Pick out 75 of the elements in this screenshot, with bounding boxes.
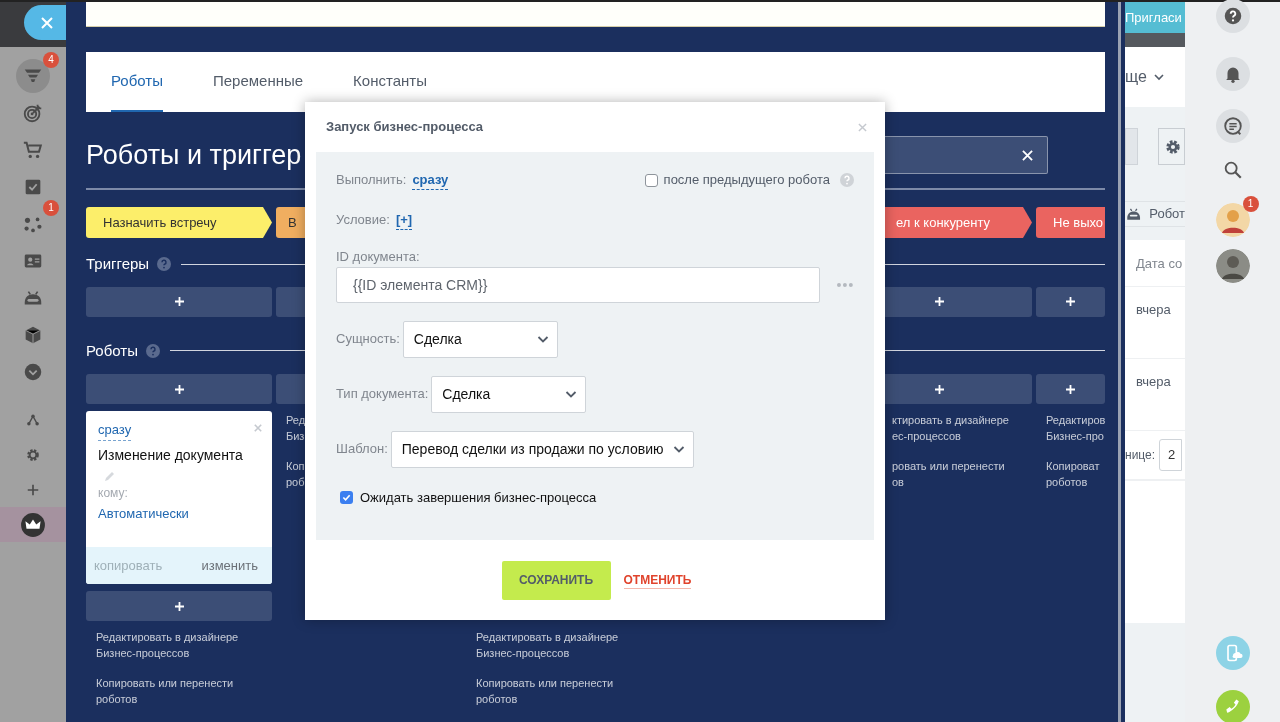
delay-link[interactable]: сразу	[412, 169, 449, 191]
section-heading: Триггеры	[86, 254, 150, 274]
tab-label: Робот	[1149, 205, 1185, 224]
sidebar-item[interactable]	[0, 507, 66, 542]
menu-label[interactable]: ще	[1125, 65, 1147, 89]
tab[interactable]: Робот	[1125, 201, 1185, 227]
help-button[interactable]	[1215, 0, 1250, 33]
robot-title: Изменение документа	[97, 445, 244, 465]
stage[interactable]: Назначить встречу	[86, 207, 272, 238]
tab[interactable]: Переменные	[212, 52, 304, 112]
help-icon	[157, 257, 172, 272]
save-button[interactable]: СОХРАНИТЬ	[501, 560, 611, 600]
field-label: Выполнить:	[336, 171, 407, 190]
select-field[interactable]: Сделка	[402, 320, 558, 358]
notification-badge: 1	[43, 199, 59, 216]
crown-icon	[20, 511, 46, 538]
link[interactable]: Редактировать в дизайнере Бизнес-процессов	[466, 629, 652, 661]
field-label: Сущность:	[336, 330, 400, 349]
close-icon	[41, 16, 53, 29]
plus-icon	[174, 384, 184, 394]
close-button[interactable]	[24, 5, 66, 40]
field-label: Тип документа:	[336, 385, 429, 404]
document-id-field[interactable]: {{ID элемента CRM}}	[336, 266, 821, 303]
plus-icon	[1066, 384, 1075, 394]
more-icon	[836, 281, 854, 288]
checkbox-label: после предыдущего робота	[663, 171, 830, 190]
field-label: кому:	[97, 484, 129, 502]
help-icon	[145, 343, 160, 358]
check-icon	[342, 492, 351, 502]
assignee-link[interactable]: Автоматически	[86, 503, 272, 523]
delay-link[interactable]: сразу	[98, 420, 132, 441]
page-size-field[interactable]: 2	[1159, 439, 1183, 471]
add-condition-link[interactable]: [+]	[395, 209, 413, 231]
plus-icon	[934, 384, 944, 394]
pager-label: нице:	[1125, 447, 1156, 464]
cancel-link[interactable]: ОТМЕНИТЬ	[623, 571, 692, 589]
page-title: Роботы и триггер	[86, 139, 302, 172]
table-cell: вчера	[1125, 287, 1185, 359]
plus-icon	[174, 297, 184, 306]
field-label: ID документа:	[336, 248, 421, 266]
column-header: Дата со	[1125, 240, 1185, 287]
link[interactable]: Копировать или перенести роботов	[466, 675, 652, 707]
plus-icon	[174, 601, 184, 611]
select-field[interactable]: Сделка	[431, 375, 587, 413]
link[interactable]: Копировать или перенести роботов	[86, 675, 272, 707]
chevron-down-icon	[1152, 71, 1165, 83]
header-bar	[1125, 33, 1185, 47]
link[interactable]: Редактиров Бизнес-про	[1036, 412, 1105, 444]
link[interactable]: Копироват роботов	[1036, 458, 1105, 490]
chat-button[interactable]	[1215, 109, 1250, 143]
pencil-icon	[104, 469, 116, 482]
close-icon	[858, 122, 867, 132]
plus-icon	[1066, 297, 1075, 306]
tab[interactable]: Роботы	[111, 52, 163, 112]
dialog-title: Запуск бизнес-процесса	[326, 118, 484, 137]
avatar-icon	[1215, 203, 1250, 237]
card-action[interactable]: изменить	[201, 555, 258, 576]
help-icon	[840, 173, 854, 187]
bell-button[interactable]	[1215, 57, 1250, 91]
close-icon	[254, 424, 262, 432]
section-heading: Роботы	[86, 340, 138, 361]
notification-badge: 4	[43, 51, 59, 68]
settings-button[interactable]	[1158, 128, 1185, 165]
checkbox[interactable]	[644, 173, 658, 187]
link[interactable]: Редактировать в дизайнере Бизнес-процессов	[86, 629, 272, 661]
checkbox-label: Ожидать завершения бизнес-процесса	[360, 488, 597, 507]
field-label: Шаблон:	[336, 440, 388, 459]
clear-icon	[1022, 149, 1033, 161]
select-field[interactable]: Перевод сделки из продажи по условию	[390, 430, 695, 468]
chat-icon	[1221, 115, 1244, 137]
field-label: Условие:	[336, 211, 390, 230]
notification-badge: 1	[1242, 196, 1259, 212]
plus-icon	[934, 297, 944, 306]
checkbox[interactable]	[340, 490, 353, 504]
avatar-icon	[1215, 249, 1250, 283]
